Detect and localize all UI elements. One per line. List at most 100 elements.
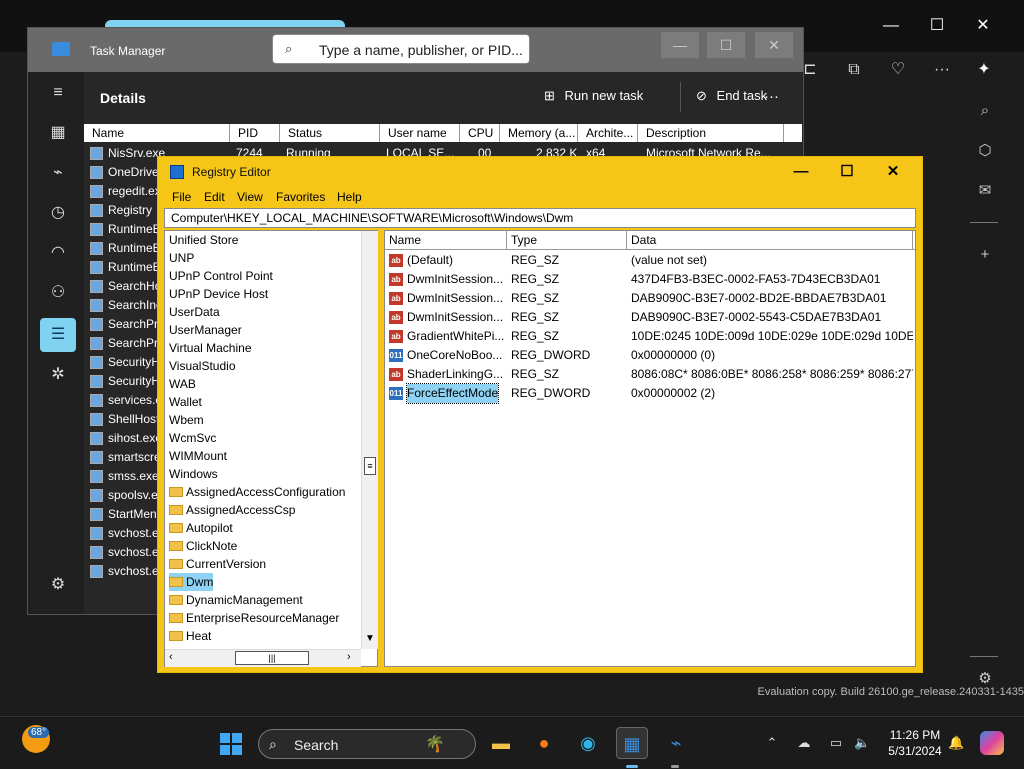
task-manager-titlebar[interactable]: Task Manager ⌕ Type a name, publisher, o… xyxy=(28,28,803,72)
tree-item[interactable]: Wallet xyxy=(169,393,202,411)
close-button[interactable]: ✕ xyxy=(870,157,916,187)
registry-editor-titlebar[interactable]: Registry Editor — ☐ ✕ xyxy=(158,157,922,187)
scroll-down-icon[interactable]: ▼ xyxy=(365,633,375,644)
value-row-selected[interactable]: 011 ForceEffectMode REG_DWORD 0x00000002… xyxy=(385,383,915,404)
taskbar-search[interactable]: ⌕ Search 🌴 xyxy=(258,729,476,759)
column-name[interactable]: Name xyxy=(84,124,230,142)
tree-item[interactable]: VisualStudio xyxy=(169,357,236,375)
maximize-button[interactable]: ☐ xyxy=(824,157,870,187)
registry-editor-taskbar-icon[interactable]: ▦ xyxy=(616,727,648,759)
tree-horizontal-scrollbar[interactable]: ‹ ||| › xyxy=(165,649,361,667)
value-row[interactable]: ab (Default) REG_SZ (value not set) xyxy=(385,251,915,270)
clock[interactable]: 11:26 PM 5/31/2024 xyxy=(880,727,950,759)
end-task-button[interactable]: ⊘ End task xyxy=(696,88,767,104)
app-history-icon[interactable]: ◷ xyxy=(40,196,76,230)
settings-icon[interactable]: ⚙ xyxy=(40,568,76,602)
more-options-button[interactable]: ··· xyxy=(764,88,779,105)
tree-item[interactable]: UserManager xyxy=(169,321,242,339)
column-description[interactable]: Description xyxy=(638,124,784,142)
column-status[interactable]: Status xyxy=(280,124,380,142)
scroll-right-icon[interactable]: › xyxy=(347,651,351,663)
menu-help[interactable]: Help xyxy=(337,190,362,204)
column-user-name[interactable]: User name xyxy=(380,124,460,142)
task-manager-taskbar-icon[interactable]: ⌁ xyxy=(660,727,692,759)
tree-item[interactable]: UNP xyxy=(169,249,194,267)
services-icon[interactable]: ✲ xyxy=(40,358,76,392)
tree-folder-selected[interactable]: Dwm xyxy=(169,573,214,591)
value-row[interactable]: ab DwmInitSession... REG_SZ DAB9090C-B3E… xyxy=(385,289,915,308)
tree-folder[interactable]: DynamicManagement xyxy=(169,591,303,609)
processes-icon[interactable]: ▦ xyxy=(40,116,76,150)
health-icon[interactable]: ♡ xyxy=(887,60,909,80)
tree-folder[interactable]: Autopilot xyxy=(169,519,233,537)
outlook-icon[interactable]: ✉ xyxy=(974,180,996,202)
menu-view[interactable]: View xyxy=(237,190,263,204)
column-type[interactable]: Type xyxy=(507,231,627,249)
maximize-icon[interactable]: ☐ xyxy=(914,0,960,52)
column-data[interactable]: Data xyxy=(627,231,913,249)
close-button[interactable]: ✕ xyxy=(755,32,793,58)
column-name[interactable]: Name xyxy=(385,231,507,249)
scroll-left-icon[interactable]: ‹ xyxy=(169,651,173,663)
value-row[interactable]: ab GradientWhitePi... REG_SZ 10DE:0245 1… xyxy=(385,327,915,346)
column-pid[interactable]: PID xyxy=(230,124,280,142)
minimize-button[interactable]: — xyxy=(661,32,699,58)
startup-apps-icon[interactable]: ◠ xyxy=(40,236,76,270)
column-memory[interactable]: Memory (a... xyxy=(500,124,578,142)
hscroll-thumb[interactable]: ||| xyxy=(235,651,309,665)
copilot-icon[interactable]: ✦ xyxy=(973,60,995,80)
column-architecture[interactable]: Archite... xyxy=(578,124,638,142)
tree-folder[interactable]: Heat xyxy=(169,627,211,645)
tree-item[interactable]: Windows xyxy=(169,465,218,483)
firefox-icon[interactable]: ● xyxy=(528,727,560,759)
column-cpu[interactable]: CPU xyxy=(460,124,500,142)
display-icon[interactable]: ▭ xyxy=(828,735,844,751)
tree-folder[interactable]: EnterpriseResourceManager xyxy=(169,609,339,627)
tree-item[interactable]: UPnP Control Point xyxy=(169,267,273,285)
collections-icon[interactable]: ⧉ xyxy=(843,60,865,80)
tree-item[interactable]: WcmSvc xyxy=(169,429,216,447)
menu-file[interactable]: File xyxy=(172,190,191,204)
chevron-up-icon[interactable]: ⌃ xyxy=(764,735,780,751)
scroll-thumb[interactable]: ≡ xyxy=(364,457,376,475)
tree-folder[interactable]: AssignedAccessCsp xyxy=(169,501,295,519)
performance-icon[interactable]: ⌁ xyxy=(40,156,76,190)
close-icon[interactable]: ✕ xyxy=(960,0,1006,52)
value-name-editing[interactable]: ForceEffectMode xyxy=(405,383,500,404)
start-button[interactable] xyxy=(220,733,242,755)
tree-folder[interactable]: CurrentVersion xyxy=(169,555,266,573)
tree-item[interactable]: UserData xyxy=(169,303,220,321)
value-row[interactable]: ab DwmInitSession... REG_SZ DAB9090C-B3E… xyxy=(385,308,915,327)
search-icon[interactable]: ⌕ xyxy=(974,100,996,122)
games-icon[interactable]: ⬡ xyxy=(974,140,996,162)
run-new-task-button[interactable]: ⊞ Run new task xyxy=(544,88,643,104)
minimize-icon[interactable]: — xyxy=(868,0,914,52)
details-icon[interactable]: ☰ xyxy=(40,318,76,352)
tree-item[interactable]: Virtual Machine xyxy=(169,339,252,357)
search-input[interactable]: ⌕ Type a name, publisher, or PID... xyxy=(272,34,530,64)
tree-item[interactable]: Wbem xyxy=(169,411,204,429)
copilot-taskbar-icon[interactable] xyxy=(980,731,1004,755)
file-explorer-icon[interactable]: ▬ xyxy=(485,727,517,759)
tree-item[interactable]: Unified Store xyxy=(169,231,238,249)
tree-item[interactable]: WAB xyxy=(169,375,196,393)
tree-item[interactable]: WIMMount xyxy=(169,447,227,465)
volume-icon[interactable]: 🔈 xyxy=(854,735,870,751)
value-row[interactable]: ab ShaderLinkingG... REG_SZ 8086:08C* 80… xyxy=(385,365,915,384)
minimize-button[interactable]: — xyxy=(778,157,824,187)
address-bar[interactable]: Computer\HKEY_LOCAL_MACHINE\SOFTWARE\Mic… xyxy=(164,208,916,228)
hamburger-menu-icon[interactable]: ≡ xyxy=(40,76,76,110)
add-icon[interactable]: + xyxy=(974,244,996,266)
more-icon[interactable]: ··· xyxy=(931,60,953,80)
notification-bell-icon[interactable]: 🔔 xyxy=(948,735,964,751)
cloud-icon[interactable]: ☁ xyxy=(796,735,812,751)
tree-folder[interactable]: AssignedAccessConfiguration xyxy=(169,483,345,501)
tree-folder[interactable]: ClickNote xyxy=(169,537,237,555)
tree-item[interactable]: UPnP Device Host xyxy=(169,285,268,303)
maximize-button[interactable]: ☐ xyxy=(707,32,745,58)
menu-favorites[interactable]: Favorites xyxy=(276,190,325,204)
edge-icon[interactable]: ◉ xyxy=(572,727,604,759)
value-row[interactable]: 011 OneCoreNoBoo... REG_DWORD 0x00000000… xyxy=(385,346,915,365)
menu-edit[interactable]: Edit xyxy=(204,190,225,204)
value-row[interactable]: ab DwmInitSession... REG_SZ 437D4FB3-B3E… xyxy=(385,270,915,289)
